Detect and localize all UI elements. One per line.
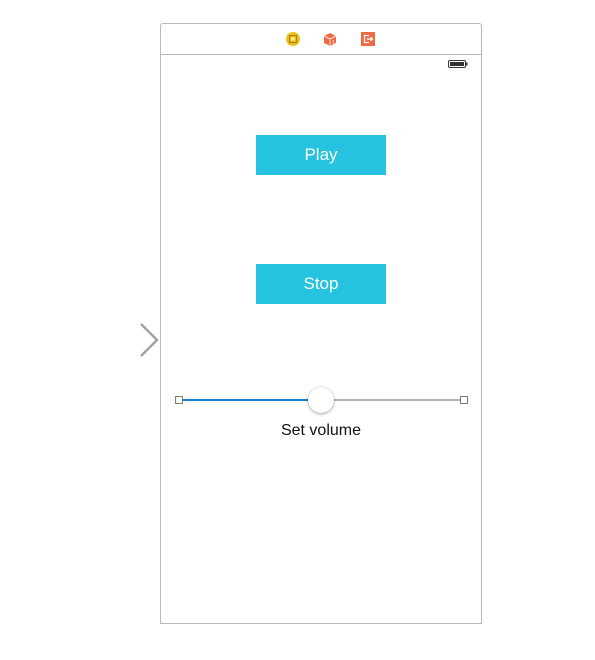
slider-min-track [179, 399, 321, 401]
view-controller-icon[interactable] [286, 32, 300, 46]
resize-handle-right[interactable] [460, 396, 468, 404]
stop-button[interactable]: Stop [256, 264, 386, 304]
slider-max-track [321, 399, 463, 401]
battery-icon [448, 60, 468, 68]
view-controller-scene[interactable]: 1 Play Stop Set volume [160, 23, 482, 624]
play-button[interactable]: Play [256, 135, 386, 175]
svg-text:1: 1 [332, 40, 335, 46]
slider-thumb[interactable] [308, 387, 334, 413]
volume-label: Set volume [280, 422, 362, 439]
exit-icon[interactable] [361, 32, 375, 46]
volume-slider[interactable] [175, 387, 468, 413]
resize-handle-left[interactable] [175, 396, 183, 404]
scene-dock: 1 [161, 24, 481, 55]
entry-point-arrow-icon[interactable] [62, 322, 160, 358]
first-responder-icon[interactable]: 1 [323, 32, 337, 46]
